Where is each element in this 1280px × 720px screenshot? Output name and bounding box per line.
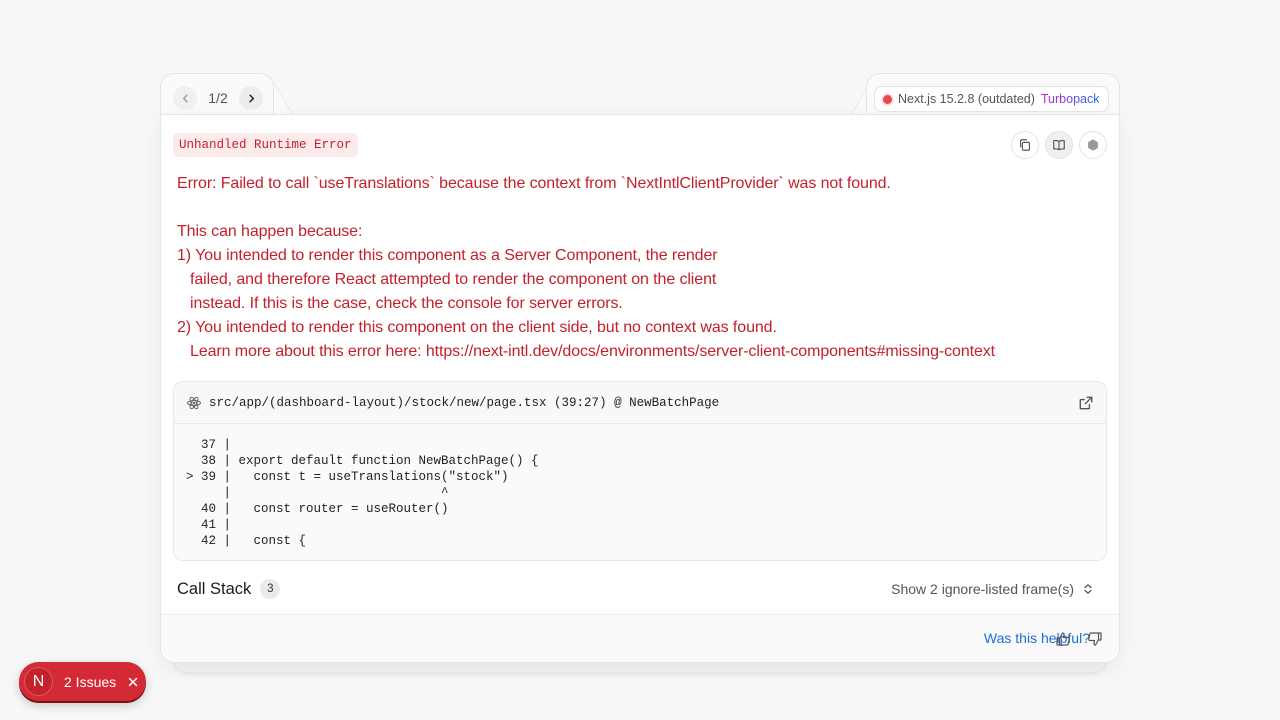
nextjs-logo-button[interactable]: N [24, 667, 53, 696]
close-icon [128, 677, 138, 686]
docs-button[interactable] [1045, 131, 1073, 159]
version-label: Next.js 15.2.8 (outdated) [898, 92, 1035, 106]
call-stack-title: Call Stack [177, 579, 252, 598]
version-status-dot [883, 94, 892, 104]
code-snippet: 37 | 38 | export default function NewBat… [186, 438, 539, 548]
error-message: Error: Failed to call `useTranslations` … [177, 175, 996, 360]
bundler-label: Turbopack [1040, 92, 1100, 106]
issues-count-button[interactable]: 2 Issues [64, 674, 116, 690]
nodejs-inspector-button[interactable] [1079, 131, 1107, 159]
error-toolbar [1011, 131, 1107, 159]
copy-error-button[interactable] [1011, 131, 1039, 159]
pager-count: 1/2 [208, 90, 228, 106]
previous-error-button[interactable] [173, 86, 197, 110]
code-frame: src/app/(dashboard-layout)/stock/new/pag… [173, 381, 1107, 561]
thumbs-down-button[interactable] [1085, 629, 1105, 649]
thumbs-up-icon [1056, 632, 1070, 646]
dialog-footer [161, 614, 1119, 662]
nextjs-version-badge[interactable]: Next.js 15.2.8 (outdated) Turbopack [874, 86, 1110, 112]
nodejs-icon [1088, 139, 1098, 151]
source-file-path: src/app/(dashboard-layout)/stock/new/pag… [209, 395, 720, 410]
code-frame-header: src/app/(dashboard-layout)/stock/new/pag… [174, 382, 1106, 424]
book-open-icon [1053, 139, 1065, 151]
error-pager: 1/2 [173, 85, 263, 111]
chevron-up-down-icon [1084, 584, 1092, 594]
next-error-button[interactable] [239, 86, 263, 110]
chevron-right-icon [248, 94, 254, 102]
chevron-left-icon [182, 94, 188, 102]
show-frames-label: Show 2 ignore-listed frame(s) [891, 581, 1074, 597]
close-issues-button[interactable] [126, 675, 140, 689]
react-icon [187, 396, 201, 409]
thumbs-down-icon [1088, 632, 1102, 646]
call-stack-count-badge: 3 [260, 579, 281, 599]
copy-icon [1020, 139, 1030, 151]
show-ignored-frames-toggle[interactable]: Show 2 ignore-listed frame(s) [891, 581, 1094, 597]
external-link-icon[interactable] [1078, 395, 1094, 411]
error-type-badge: Unhandled Runtime Error [173, 133, 358, 157]
helpful-prompt: Was this helpful? [983, 630, 1090, 646]
thumbs-up-button[interactable] [1053, 629, 1073, 649]
issues-indicator: N 2 Issues [19, 662, 146, 701]
call-stack-header: Call Stack 3 [177, 579, 281, 599]
